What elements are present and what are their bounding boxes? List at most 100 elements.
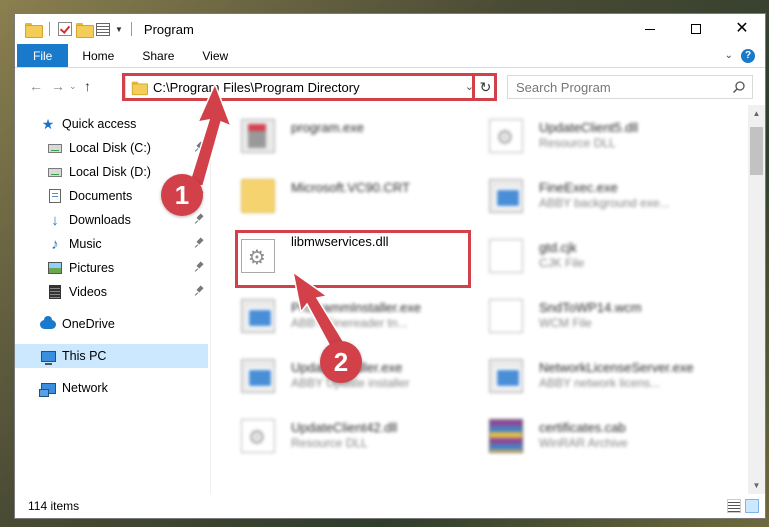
help-icon[interactable]: ? — [741, 48, 755, 63]
sidebar-item-label: Music — [69, 237, 102, 251]
dll-file-icon — [489, 119, 523, 153]
file-name: certificates.cab — [539, 420, 626, 435]
application-icon — [241, 359, 275, 393]
sidebar-item-videos[interactable]: Videos — [15, 280, 210, 304]
star-icon: ★ — [41, 115, 55, 132]
sidebar-item-onedrive[interactable]: OneDrive — [15, 312, 210, 336]
file-item[interactable]: certificates.cab WinRAR Archive — [481, 411, 711, 463]
drive-icon — [47, 140, 63, 156]
folder-icon[interactable] — [25, 22, 43, 38]
file-type: CJK File — [539, 256, 585, 270]
quick-access-toolbar: ▼ — [15, 14, 136, 44]
pin-icon — [196, 214, 204, 224]
status-bar: 114 items — [15, 494, 765, 518]
computer-icon — [40, 348, 56, 365]
toolbar-separator — [49, 22, 50, 36]
file-item[interactable]: FineExec.exe ABBY background exe... — [481, 171, 711, 223]
refresh-button[interactable]: ↻ — [474, 76, 496, 98]
sidebar-item-label: Pictures — [69, 261, 115, 275]
maximize-icon — [691, 24, 701, 34]
forward-button[interactable]: → — [47, 75, 69, 97]
sidebar-item-network[interactable]: Network — [15, 376, 210, 400]
application-icon — [489, 359, 523, 393]
sidebar-item-pictures[interactable]: Pictures — [15, 256, 210, 280]
sidebar-item-label: This PC — [62, 349, 107, 363]
file-type: Resource DLL — [539, 136, 616, 150]
search-box[interactable]: Search Program — [507, 75, 753, 99]
expand-ribbon-chevron-down-icon[interactable]: ⌄ — [725, 50, 733, 61]
close-icon: ✕ — [735, 20, 749, 37]
file-icon — [489, 239, 523, 273]
search-input[interactable]: Search Program — [516, 80, 611, 95]
file-type: WinRAR Archive — [539, 436, 628, 450]
minimize-icon — [645, 28, 655, 30]
dll-file-icon — [241, 239, 275, 273]
close-button[interactable]: ✕ — [719, 14, 765, 44]
file-name: NetworkLicenseServer.exe — [539, 360, 694, 375]
file-name: UpdateClient5.dll — [539, 120, 639, 135]
file-type: ABBY background exe... — [539, 196, 670, 210]
new-folder-icon[interactable] — [76, 22, 94, 38]
recent-locations-chevron-icon[interactable]: ⌄ — [69, 81, 77, 92]
back-arrow-icon: ← — [29, 78, 43, 94]
file-item[interactable]: Microsoft.VC90.CRT — [233, 171, 463, 223]
sidebar-item-label: Local Disk (C:) — [69, 141, 151, 155]
address-bar[interactable]: C:\Program Files\Program Directory ⌄ ↻ — [125, 75, 497, 99]
toolbar-separator — [130, 22, 132, 36]
file-item[interactable]: UpdateClient5.dll Resource DLL — [481, 111, 711, 163]
scroll-up-icon[interactable]: ▲ — [748, 105, 765, 122]
file-type: Resource DLL — [291, 436, 368, 450]
customize-toolbar-chevron-icon[interactable]: ▼ — [115, 25, 123, 34]
file-item[interactable]: ProgrammInstaller.exe ABBY Finereader tn… — [233, 291, 463, 343]
file-item[interactable]: UpdateClient42.dll Resource DLL — [233, 411, 463, 463]
sidebar-item-local-disk-c[interactable]: Local Disk (C:) — [15, 136, 210, 160]
minimize-button[interactable] — [627, 14, 673, 44]
window-controls: ✕ — [627, 14, 765, 44]
file-name: gtd.cjk — [539, 240, 577, 255]
dll-file-icon — [241, 419, 275, 453]
address-path[interactable]: C:\Program Files\Program Directory — [153, 80, 360, 95]
properties-check-icon[interactable] — [58, 22, 72, 36]
sidebar-item-this-pc[interactable]: This PC — [15, 344, 208, 368]
tab-home[interactable]: Home — [68, 44, 128, 67]
up-button[interactable]: ↑ — [77, 75, 99, 97]
file-item-libmwservices[interactable]: libmwservices.dll — [233, 231, 463, 283]
file-name: FineExec.exe — [539, 180, 618, 195]
pin-icon — [196, 286, 204, 296]
properties-icon[interactable] — [96, 22, 110, 36]
address-folder-icon — [131, 81, 148, 95]
search-icon[interactable] — [732, 80, 746, 94]
tab-share[interactable]: Share — [128, 44, 188, 67]
pin-icon — [196, 166, 204, 176]
window-title: Program — [143, 21, 194, 37]
tab-view[interactable]: View — [188, 44, 242, 67]
step-marker-2: 2 — [320, 341, 362, 383]
maximize-button[interactable] — [673, 14, 719, 44]
file-item[interactable]: NetworkLicenseServer.exe ABBY network li… — [481, 351, 711, 403]
file-item[interactable]: gtd.cjk CJK File — [481, 231, 711, 283]
network-icon — [38, 380, 56, 397]
address-dropdown-chevron-icon[interactable]: ⌄ — [465, 80, 474, 93]
file-icon — [489, 299, 523, 333]
pin-icon — [196, 262, 204, 272]
vertical-scrollbar[interactable]: ▲ ▼ — [748, 105, 765, 494]
sidebar-item-label: Downloads — [69, 213, 131, 227]
sidebar-item-music[interactable]: ♪ Music — [15, 232, 210, 256]
tab-file[interactable]: File — [17, 44, 69, 67]
sidebar-item-quick-access[interactable]: ★ Quick access — [15, 112, 210, 136]
navigation-bar: ← → ⌄ ↑ C:\Program Files\Program Directo… — [15, 68, 765, 104]
file-item[interactable]: program.exe — [233, 111, 463, 163]
explorer-content: ★ Quick access Local Disk (C:) Local Dis… — [15, 105, 765, 494]
back-button[interactable]: ← — [25, 75, 47, 97]
sidebar-item-label: Documents — [69, 189, 133, 203]
file-name: ProgrammInstaller.exe — [291, 300, 422, 315]
file-item[interactable]: SndToWP14.wcm WCM File — [481, 291, 711, 343]
scroll-thumb[interactable] — [750, 127, 763, 175]
details-view-icon[interactable] — [727, 499, 741, 513]
tiles-view-icon[interactable] — [745, 499, 759, 513]
step-marker-1: 1 — [161, 174, 203, 216]
drive-icon — [47, 164, 63, 180]
scroll-down-icon[interactable]: ▼ — [748, 477, 765, 494]
